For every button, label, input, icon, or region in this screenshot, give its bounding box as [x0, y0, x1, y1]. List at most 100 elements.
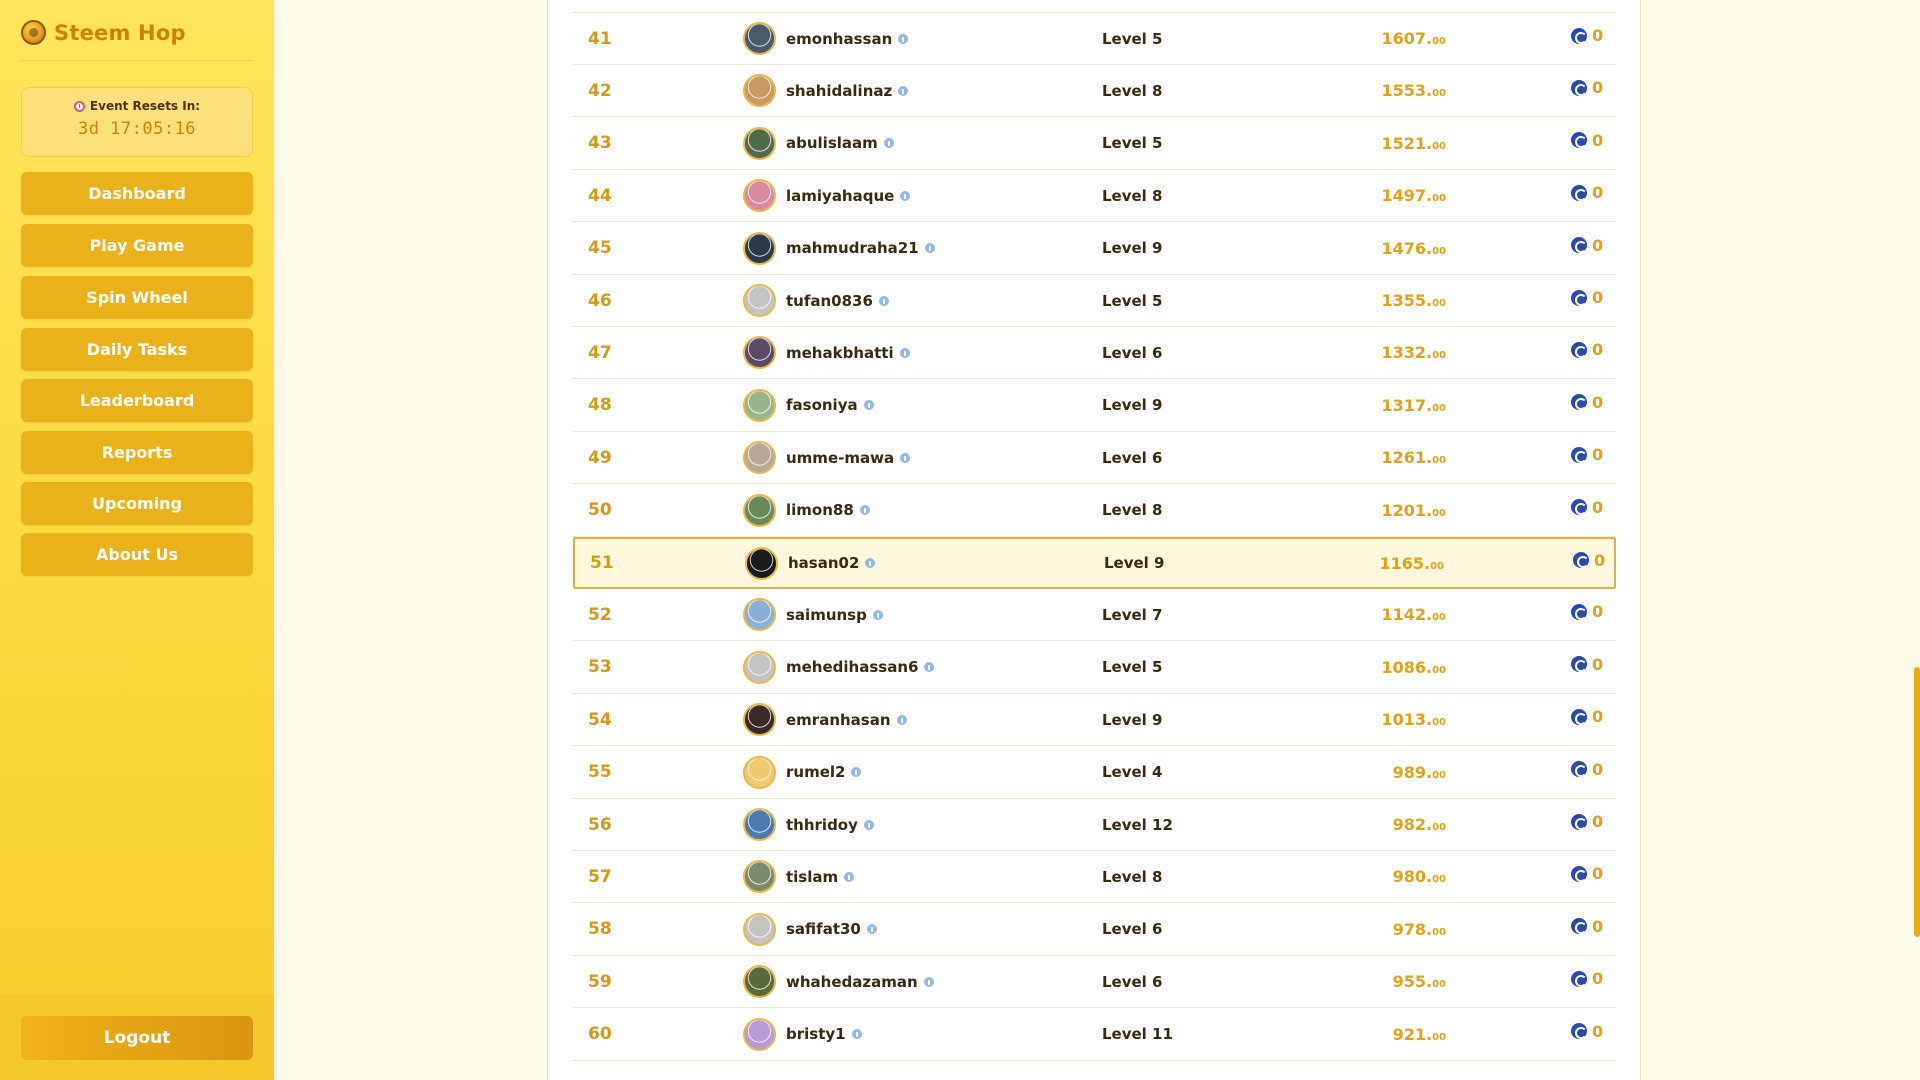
info-icon[interactable] — [900, 190, 911, 201]
table-row[interactable]: 58 safifat30 Level 6 978.00 0 — [573, 904, 1616, 956]
avatar[interactable] — [743, 912, 776, 946]
username-link[interactable]: rumel2 — [786, 763, 862, 781]
username-link[interactable]: hasan02 — [788, 554, 876, 572]
nav-play-game-button[interactable]: Play Game — [21, 224, 253, 267]
info-icon[interactable] — [865, 558, 876, 568]
table-row[interactable]: 57 tislam Level 8 980.00 0 — [573, 851, 1616, 904]
table-row[interactable]: 44 lamiyahaque Level 8 1497.00 0 — [573, 170, 1616, 223]
avatar[interactable] — [743, 74, 776, 108]
avatar[interactable] — [743, 441, 776, 475]
info-icon[interactable] — [899, 347, 910, 358]
info-icon[interactable] — [844, 871, 855, 882]
page-scrollbar[interactable] — [1914, 667, 1920, 937]
avatar[interactable] — [743, 493, 776, 527]
username-link[interactable]: tislam — [786, 868, 855, 886]
username-text: mehakbhatti — [786, 343, 894, 362]
avatar[interactable] — [743, 231, 776, 265]
nav-leaderboard-button[interactable]: Leaderboard — [21, 379, 253, 422]
score-decimals: 00 — [1432, 88, 1446, 100]
table-row[interactable]: 60 bristy1 Level 11 921.00 0 — [573, 1009, 1616, 1061]
score-value: 982. — [1392, 815, 1433, 834]
username-link[interactable]: bristy1 — [786, 1025, 862, 1043]
username-link[interactable]: fasoniya — [786, 396, 874, 414]
steem-icon — [1571, 656, 1587, 673]
avatar[interactable] — [743, 598, 776, 632]
table-row[interactable]: 43 abulislaam Level 5 1521.00 0 — [573, 118, 1616, 170]
avatar[interactable] — [743, 860, 776, 894]
score-value: 921. — [1392, 1024, 1433, 1044]
info-icon[interactable] — [900, 452, 911, 463]
player-score: 982.00 — [1393, 815, 1446, 834]
avatar[interactable] — [743, 808, 776, 841]
username-link[interactable]: lamiyahaque — [786, 187, 911, 205]
info-icon[interactable] — [863, 400, 874, 411]
info-icon[interactable] — [878, 295, 889, 306]
username-link[interactable]: abulislaam — [786, 134, 894, 152]
info-icon[interactable] — [898, 85, 909, 96]
nav-daily-tasks-button[interactable]: Daily Tasks — [21, 328, 253, 371]
info-icon[interactable] — [872, 609, 883, 620]
reward-value: 0 — [1592, 392, 1604, 412]
nav-reports-button[interactable]: Reports — [21, 431, 253, 474]
info-icon[interactable] — [863, 819, 874, 830]
info-icon[interactable] — [851, 1029, 862, 1040]
username-link[interactable]: safifat30 — [786, 920, 877, 938]
steem-icon — [1571, 970, 1587, 987]
username-link[interactable]: limon88 — [786, 501, 870, 519]
avatar[interactable] — [743, 755, 776, 789]
info-icon[interactable] — [866, 924, 877, 935]
table-row[interactable]: 55 rumel2 Level 4 989.00 0 — [573, 747, 1616, 799]
username-link[interactable]: mahmudraha21 — [786, 239, 935, 257]
username-link[interactable]: mehedihassan6 — [786, 658, 935, 676]
username-link[interactable]: emonhassan — [786, 30, 909, 48]
avatar[interactable] — [743, 1017, 776, 1051]
username-link[interactable]: tufan0836 — [786, 292, 889, 310]
info-icon[interactable] — [924, 662, 935, 673]
table-row[interactable]: 52 saimunsp Level 7 1142.00 0 — [573, 589, 1616, 642]
username-link[interactable]: mehakbhatti — [786, 344, 910, 362]
avatar[interactable] — [743, 22, 776, 55]
info-icon[interactable] — [851, 767, 862, 778]
table-row-current-user[interactable]: 51 hasan02 Level 9 1165.00 0 — [573, 537, 1616, 589]
table-row[interactable]: 56 thhridoy Level 12 982.00 0 — [573, 799, 1616, 851]
table-row[interactable]: 53 mehedihassan6 Level 5 1086.00 0 — [573, 642, 1616, 694]
avatar[interactable] — [743, 336, 776, 370]
username-link[interactable]: thhridoy — [786, 816, 874, 834]
avatar[interactable] — [743, 126, 776, 160]
avatar[interactable] — [743, 650, 776, 684]
avatar[interactable] — [743, 388, 776, 422]
brand[interactable]: Steem Hop — [21, 20, 186, 45]
username-link[interactable]: shahidalinaz — [786, 82, 909, 100]
table-row[interactable]: 41 emonhassan Level 5 1607.00 0 — [573, 13, 1616, 65]
table-row[interactable]: 47 mehakbhatti Level 6 1332.00 0 — [573, 327, 1616, 380]
nav-about-us-button[interactable]: About Us — [21, 533, 253, 576]
info-icon[interactable] — [898, 33, 909, 44]
avatar[interactable] — [745, 546, 778, 580]
avatar[interactable] — [743, 965, 776, 999]
table-row[interactable]: 54 emranhasan Level 9 1013.00 0 — [573, 694, 1616, 747]
table-row[interactable]: 59 whahedazaman Level 6 955.00 0 — [573, 956, 1616, 1009]
table-row[interactable]: 46 tufan0836 Level 5 1355.00 0 — [573, 275, 1616, 327]
username-text: abulislaam — [786, 134, 878, 153]
avatar[interactable] — [743, 703, 776, 737]
table-row[interactable]: 50 limon88 Level 8 1201.00 0 — [573, 485, 1616, 537]
username-link[interactable]: emranhasan — [786, 711, 907, 729]
nav-dashboard-button[interactable]: Dashboard — [21, 172, 253, 215]
logout-button[interactable]: Logout — [21, 1016, 253, 1060]
nav-upcoming-button[interactable]: Upcoming — [21, 482, 253, 525]
info-icon[interactable] — [924, 243, 935, 254]
info-icon[interactable] — [859, 505, 870, 516]
avatar[interactable] — [743, 284, 776, 317]
avatar[interactable] — [743, 179, 776, 213]
info-icon[interactable] — [896, 714, 907, 725]
table-row[interactable]: 45 mahmudraha21 Level 9 1476.00 0 — [573, 223, 1616, 275]
username-link[interactable]: whahedazaman — [786, 973, 934, 991]
info-icon[interactable] — [923, 976, 934, 987]
username-link[interactable]: umme-mawa — [786, 449, 911, 467]
table-row[interactable]: 48 fasoniya Level 9 1317.00 0 — [573, 380, 1616, 432]
username-link[interactable]: saimunsp — [786, 606, 883, 624]
table-row[interactable]: 42 shahidalinaz Level 8 1553.00 0 — [573, 65, 1616, 118]
table-row[interactable]: 49 umme-mawa Level 6 1261.00 0 — [573, 432, 1616, 485]
nav-spin-wheel-button[interactable]: Spin Wheel — [21, 276, 253, 319]
info-icon[interactable] — [883, 138, 894, 149]
